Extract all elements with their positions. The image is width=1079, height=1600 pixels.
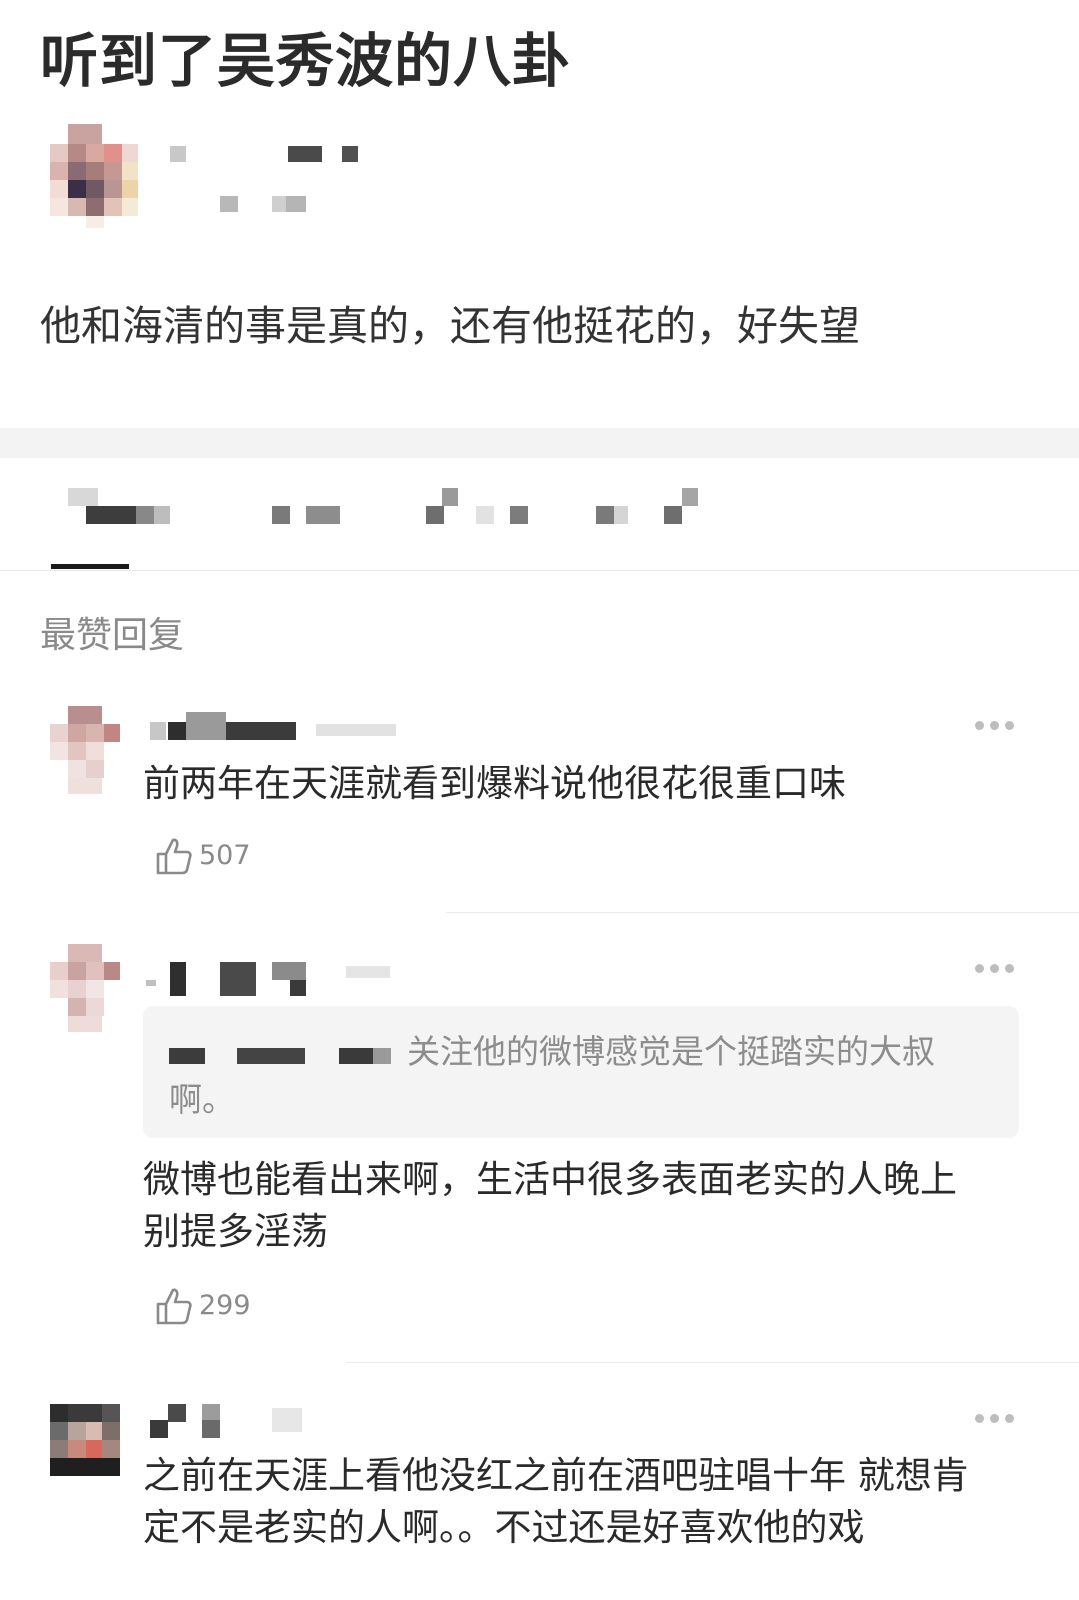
active-tab-indicator	[51, 564, 129, 569]
comment-line: 别提多淫荡	[143, 1210, 328, 1253]
author-name-redacted[interactable]	[170, 144, 360, 164]
post-title: 听到了吴秀波的八卦	[40, 27, 572, 95]
tab-1[interactable]	[50, 488, 190, 538]
commenter-name-redacted[interactable]	[150, 712, 400, 742]
quoted-line: 关注他的微博感觉是个挺踏实的大叔	[407, 1032, 935, 1071]
like-count: 299	[199, 1290, 251, 1321]
comment-line: 定不是老实的人啊。。不过还是好喜欢他的戏	[143, 1506, 865, 1549]
commenter-name-redacted[interactable]	[150, 1404, 320, 1438]
post-body: 他和海清的事是真的，还有他挺花的，好失望	[40, 302, 860, 350]
author-avatar[interactable]	[50, 124, 138, 228]
comment-line: 微博也能看出来啊，生活中很多表面老实的人晚上	[143, 1158, 957, 1201]
comment-line: 之前在天涯上看他没红之前在酒吧驻唱十年 就想肯	[143, 1454, 969, 1497]
author-meta-redacted	[220, 196, 310, 214]
comment-text: 微博也能看出来啊，生活中很多表面老实的人晚上 别提多淫荡	[143, 1154, 957, 1258]
thumbs-up-icon	[156, 838, 192, 875]
tab-2[interactable]	[270, 488, 410, 538]
comment-separator	[346, 1362, 1079, 1363]
thumbs-up-icon	[156, 1288, 192, 1325]
more-dots-icon[interactable]	[975, 1409, 1023, 1425]
quoted-reply[interactable]: 关注他的微博感觉是个挺踏实的大叔 啊。	[143, 1006, 1019, 1138]
tab-3[interactable]	[424, 488, 564, 538]
section-divider	[0, 428, 1079, 458]
comment-text: 前两年在天涯就看到爆料说他很花很重口味	[143, 758, 846, 810]
comment-line: 前两年在天涯就看到爆料说他很花很重口味	[143, 762, 846, 805]
section-label: 最赞回复	[40, 615, 185, 656]
comment-text: 之前在天涯上看他没红之前在酒吧驻唱十年 就想肯 定不是老实的人啊。。不过还是好喜…	[143, 1450, 969, 1554]
quoted-line: 啊。	[169, 1080, 235, 1119]
more-dots-icon[interactable]	[975, 716, 1023, 732]
commenter-name-redacted[interactable]	[146, 962, 396, 998]
commenter-avatar[interactable]	[50, 1404, 120, 1476]
more-dots-icon[interactable]	[975, 959, 1023, 975]
comment-separator	[446, 912, 1079, 913]
commenter-avatar[interactable]	[50, 706, 120, 794]
tab-bar	[0, 458, 1079, 571]
tab-4[interactable]	[594, 488, 734, 538]
commenter-avatar[interactable]	[50, 944, 120, 1032]
like-count: 507	[199, 840, 251, 871]
quoted-text: 关注他的微博感觉是个挺踏实的大叔 啊。	[169, 1028, 999, 1124]
